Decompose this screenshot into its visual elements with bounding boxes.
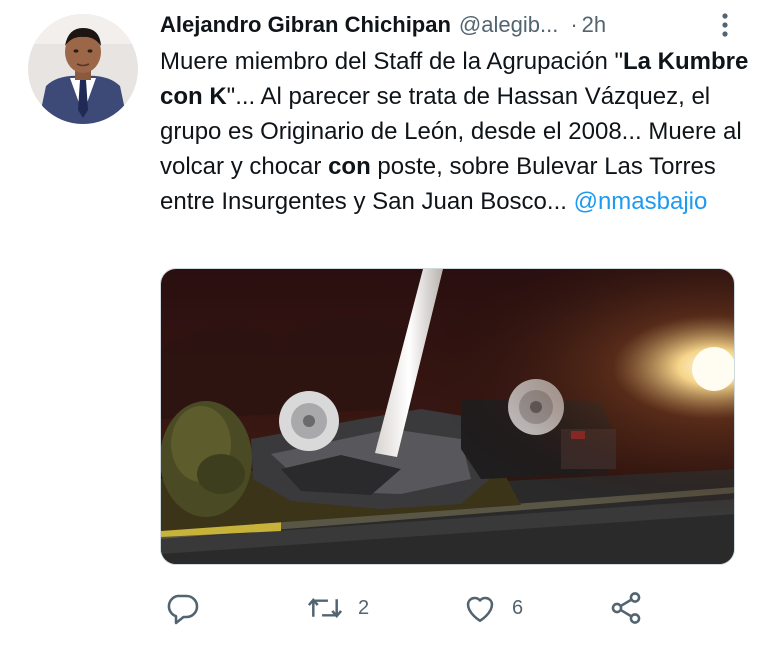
tweet-text-segment: Muere miembro del Staff de la Agrupación… — [160, 48, 623, 75]
mention-link[interactable]: @nmasbajio — [574, 188, 708, 215]
avatar-image — [28, 14, 138, 124]
tweet-header: Alejandro Gibran Chichipan @alegib... · … — [160, 8, 740, 42]
share-button[interactable] — [608, 588, 644, 628]
tweet-text: Muere miembro del Staff de la Agrupación… — [160, 44, 750, 219]
tweet-actions: 2 6 — [160, 588, 660, 628]
like-count: 6 — [512, 596, 524, 619]
tweet-timestamp[interactable]: 2h — [582, 12, 606, 38]
avatar[interactable] — [28, 14, 138, 124]
heart-icon — [462, 590, 498, 626]
retweet-button[interactable]: 2 — [306, 588, 369, 628]
author-handle[interactable]: @alegib... — [459, 12, 558, 38]
author-name[interactable]: Alejandro Gibran Chichipan — [160, 12, 451, 38]
more-options-icon[interactable] — [710, 10, 740, 40]
like-button[interactable]: 6 — [462, 588, 523, 628]
reply-icon — [164, 590, 200, 626]
separator-dot: · — [570, 12, 578, 37]
tweet-media-photo[interactable] — [160, 268, 735, 565]
tweet-text-bold: con — [328, 153, 371, 180]
share-icon — [608, 590, 644, 626]
reply-button[interactable] — [164, 588, 200, 628]
retweet-count: 2 — [358, 596, 370, 619]
crash-photo — [161, 269, 734, 564]
retweet-icon — [306, 590, 344, 626]
